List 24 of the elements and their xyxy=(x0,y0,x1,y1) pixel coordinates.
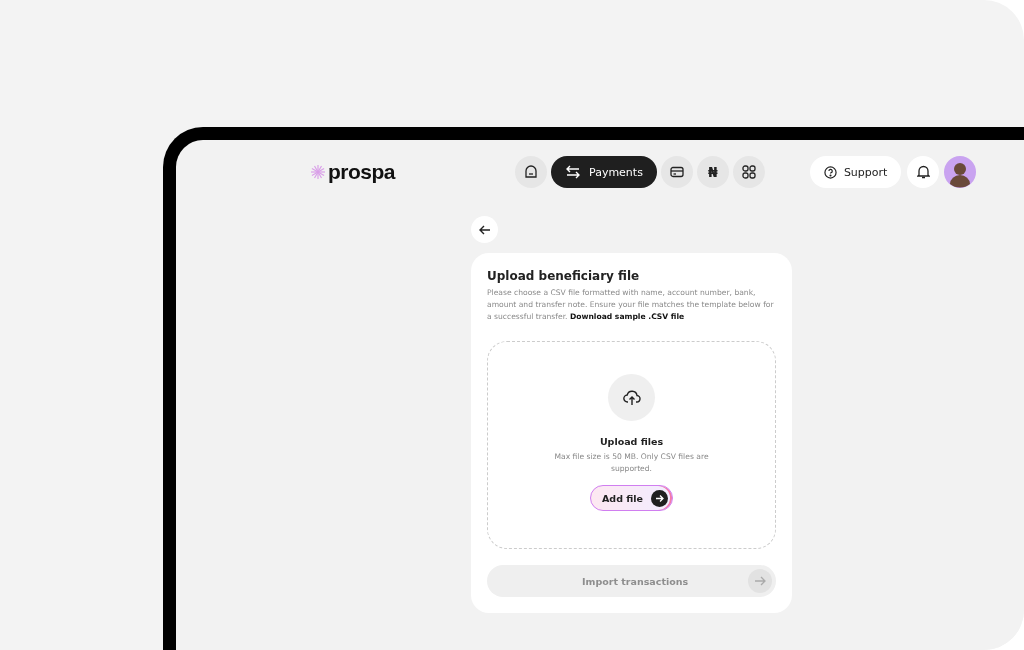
transfer-icon xyxy=(565,165,581,179)
back-arrow-icon xyxy=(478,224,491,235)
home-icon xyxy=(524,165,538,179)
home-button[interactable] xyxy=(515,156,547,188)
apps-icon xyxy=(741,165,756,179)
upload-icon xyxy=(608,374,655,421)
card-icon xyxy=(669,166,684,178)
card-button[interactable] xyxy=(660,156,693,188)
help-icon xyxy=(823,165,837,179)
apps-button[interactable] xyxy=(732,156,765,188)
avatar-icon[interactable] xyxy=(944,156,977,188)
notifications-button[interactable] xyxy=(907,156,940,188)
logo-icon xyxy=(310,164,326,180)
arrow-right-icon xyxy=(651,489,668,507)
arrow-right-icon xyxy=(748,569,772,593)
back-button[interactable] xyxy=(471,216,498,243)
currency-button[interactable]: ₦ xyxy=(696,156,729,188)
dropzone-title: Upload files xyxy=(599,436,664,447)
payments-button[interactable]: Payments xyxy=(551,156,657,188)
card-title: Upload beneficiary file xyxy=(487,269,641,283)
support-button[interactable]: Support xyxy=(809,156,902,188)
brand-name: prospa xyxy=(328,160,395,184)
bell-icon xyxy=(916,165,930,179)
add-file-button[interactable]: Add file xyxy=(590,485,673,511)
